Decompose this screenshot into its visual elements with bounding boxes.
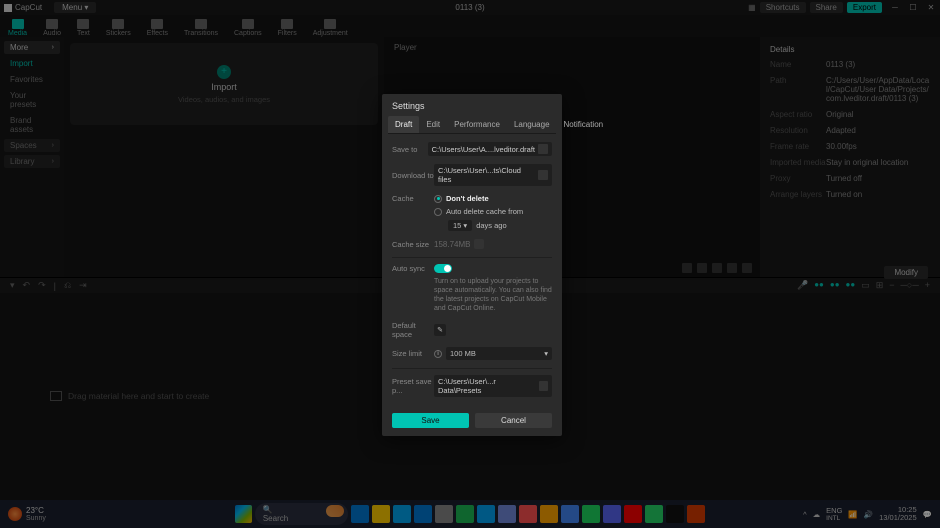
edit-space-button[interactable]: ✎	[434, 324, 446, 336]
settings-tab-performance[interactable]: Performance	[447, 116, 507, 133]
save-to-field[interactable]: C:\Users\User\A....lveditor.draft	[428, 142, 552, 156]
auto-sync-desc: Turn on to upload your projects to space…	[434, 277, 552, 313]
settings-tab-language[interactable]: Language	[507, 116, 557, 133]
save-to-label: Save to	[392, 145, 428, 154]
cache-auto-delete-radio[interactable]: Auto delete cache from	[434, 207, 552, 216]
modal-title: Settings	[382, 94, 562, 116]
settings-tab-edit[interactable]: Edit	[419, 116, 447, 133]
default-space-label: Default space	[392, 321, 434, 339]
settings-modal: Settings DraftEditPerformanceLanguageNot…	[382, 94, 562, 436]
browse-icon[interactable]	[538, 144, 548, 154]
browse-icon[interactable]	[538, 170, 548, 180]
download-to-field[interactable]: C:\Users\User\...ts\Cloud files	[434, 164, 552, 186]
radio-off-icon	[434, 208, 442, 216]
radio-on-icon	[434, 195, 442, 203]
size-limit-select[interactable]: 100 MB▾	[446, 347, 552, 360]
chevron-down-icon: ▾	[544, 349, 548, 358]
settings-tab-notification[interactable]: Notification	[557, 116, 611, 133]
cache-label: Cache	[392, 194, 434, 203]
save-button[interactable]: Save	[392, 413, 469, 428]
trash-icon[interactable]	[474, 239, 484, 249]
preset-path-field[interactable]: C:\Users\User\...r Data\Presets	[434, 375, 552, 397]
cache-size-value: 158.74MB	[434, 240, 470, 249]
cancel-button[interactable]: Cancel	[475, 413, 552, 428]
cache-dont-delete-radio[interactable]: Don't delete	[434, 194, 552, 203]
info-icon[interactable]: i	[434, 350, 442, 358]
auto-sync-toggle[interactable]	[434, 264, 452, 273]
auto-sync-label: Auto sync	[392, 264, 434, 273]
days-suffix: days ago	[476, 221, 506, 230]
download-to-label: Download to	[392, 171, 434, 180]
browse-icon[interactable]	[539, 381, 548, 391]
days-select[interactable]: 15 ▾	[448, 220, 472, 231]
size-limit-label: Size limit	[392, 349, 434, 358]
preset-save-label: Preset save p...	[392, 377, 434, 395]
settings-tab-draft[interactable]: Draft	[388, 116, 419, 133]
cache-size-label: Cache size	[392, 240, 434, 249]
